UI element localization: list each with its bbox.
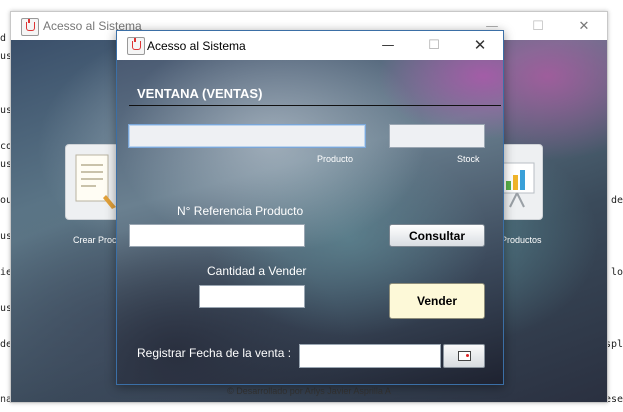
minimize-button[interactable]: — — [365, 31, 411, 59]
maximize-button[interactable]: ☐ — [411, 31, 457, 59]
referencia-field[interactable] — [129, 224, 305, 247]
heading-divider — [129, 105, 501, 106]
java-icon — [21, 18, 39, 36]
console-line: d — [0, 33, 7, 44]
console-line: lo — [610, 267, 623, 278]
cantidad-field[interactable] — [199, 285, 305, 308]
ventas-window-body: VENTANA (VENTAS) Producto Stock N° Refer… — [117, 60, 503, 384]
close-button[interactable]: ✕ — [561, 12, 607, 40]
stock-label: Stock — [457, 154, 480, 164]
crear-producto-tile[interactable] — [65, 144, 121, 220]
consultar-button[interactable]: Consultar — [389, 224, 485, 247]
producto-label: Producto — [317, 154, 354, 164]
ventas-window: Acesso al Sistema — ☐ ✕ VENTANA (VENTAS)… — [116, 30, 504, 385]
calendar-icon — [457, 351, 471, 361]
crear-producto-label: Crear Proc — [73, 235, 117, 245]
java-icon — [127, 37, 145, 55]
vender-button[interactable]: Vender — [389, 283, 485, 319]
fecha-label: Registrar Fecha de la venta : — [137, 346, 292, 360]
ventas-window-title: Acesso al Sistema — [147, 39, 246, 53]
maximize-button[interactable]: ☐ — [515, 12, 561, 40]
page-title: VENTANA (VENTAS) — [137, 86, 263, 101]
document-icon — [75, 154, 116, 209]
cantidad-label: Cantidad a Vender — [207, 264, 307, 278]
stock-field[interactable] — [389, 124, 485, 148]
producto-field[interactable] — [128, 124, 366, 148]
console-line: de — [610, 195, 623, 206]
calendar-button[interactable] — [443, 344, 485, 368]
productos-label: Productos — [501, 235, 542, 245]
referencia-label: N° Referencia Producto — [177, 204, 304, 218]
credit-text: © Desarrollado por Arlys Javier Asprilla… — [227, 386, 391, 396]
ventas-window-titlebar[interactable]: Acesso al Sistema — ☐ ✕ — [117, 31, 503, 60]
close-button[interactable]: ✕ — [457, 31, 503, 59]
fecha-field[interactable] — [299, 344, 441, 368]
